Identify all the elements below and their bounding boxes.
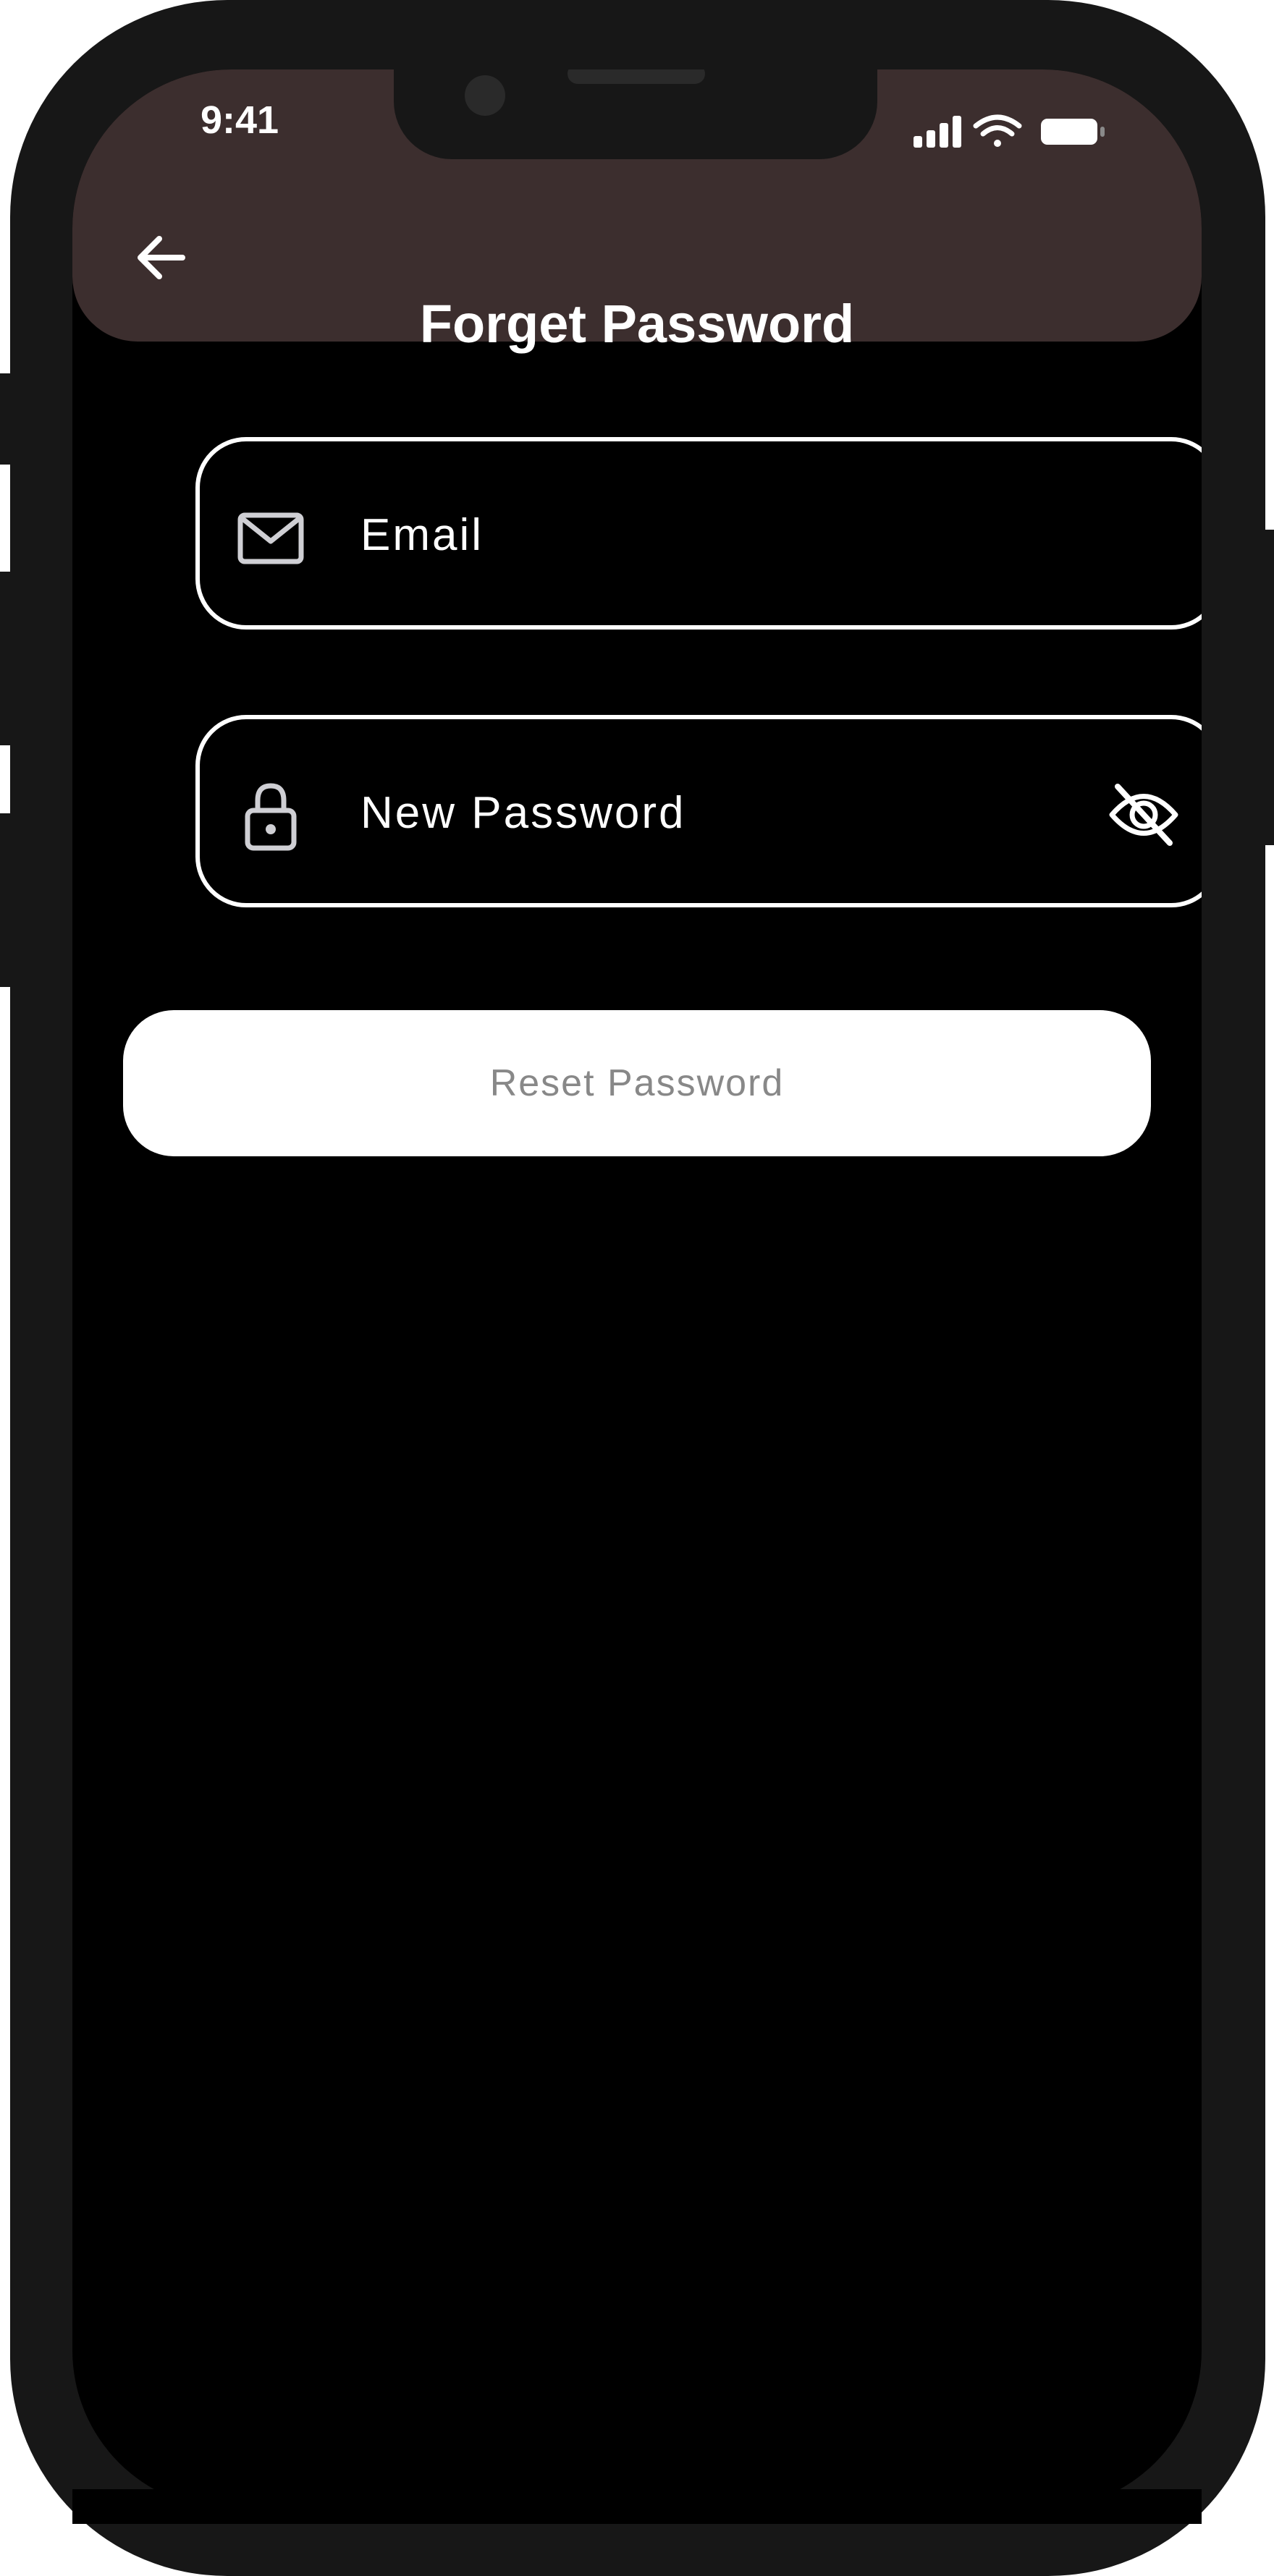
new-password-placeholder: New Password: [360, 788, 686, 838]
new-password-field[interactable]: New Password: [195, 715, 1202, 907]
email-field[interactable]: Email: [195, 437, 1202, 630]
side-button-volume-up: [0, 572, 12, 745]
wifi-icon: [973, 114, 1022, 147]
lock-icon: [236, 781, 305, 851]
side-button-silent: [0, 373, 12, 465]
front-camera: [465, 75, 505, 116]
email-placeholder: Email: [360, 510, 484, 560]
page-title: Forget Password: [419, 294, 855, 354]
side-button-volume-down: [0, 813, 12, 987]
status-time: 9:41: [200, 98, 279, 142]
earpiece-speaker: [568, 69, 705, 84]
battery-icon: [1041, 119, 1105, 145]
app-header: 9:41 Forget Password: [72, 69, 1202, 354]
reset-password-button[interactable]: Reset Password: [123, 1010, 1151, 1156]
screen: 9:41 Forget Password Email New Password …: [72, 69, 1202, 2509]
arrow-left-icon: [138, 236, 185, 279]
side-button-power: [1262, 530, 1274, 845]
status-icons: [914, 114, 1109, 149]
back-button[interactable]: [125, 221, 197, 294]
notch: [394, 69, 877, 159]
mail-icon: [236, 504, 305, 573]
signal-icon: [914, 116, 961, 148]
eye-off-icon[interactable]: [1106, 780, 1181, 850]
